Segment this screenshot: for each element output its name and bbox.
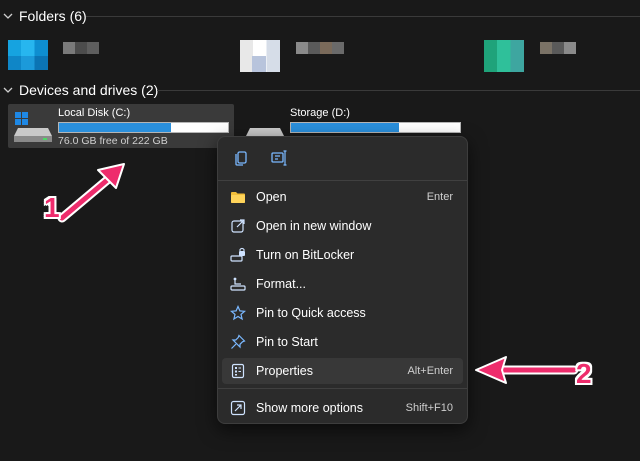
menu-item-label: Open	[256, 190, 287, 204]
drive-c-usage-bar	[58, 122, 229, 133]
folders-section-header[interactable]: Folders (6)	[0, 6, 87, 26]
menu-item-shortcut: Enter	[426, 191, 453, 203]
menu-item-pin-to-start[interactable]: Pin to Start	[222, 329, 463, 355]
menu-item-pin-to-quick-access[interactable]: Pin to Quick access	[222, 300, 463, 326]
annotation-callout-2: 2	[576, 358, 592, 389]
menu-item-label: Properties	[256, 364, 313, 378]
windows-drive-icon	[14, 112, 52, 142]
menu-item-label: Pin to Start	[256, 335, 318, 349]
menu-item-open[interactable]: Open Enter	[222, 184, 463, 210]
context-menu-separator	[218, 180, 467, 181]
menu-item-shortcut: Shift+F10	[405, 402, 453, 414]
folder-icon	[8, 40, 48, 56]
drive-c-free-space: 76.0 GB free of 222 GB	[58, 135, 168, 147]
devices-section-header[interactable]: Devices and drives (2)	[0, 80, 158, 100]
folders-section-label: Folders (6)	[19, 8, 87, 24]
pin-icon	[231, 334, 246, 349]
folder-item-3[interactable]	[484, 38, 594, 74]
folder-icon	[231, 192, 245, 203]
menu-item-properties[interactable]: Properties Alt+Enter	[222, 358, 463, 384]
chevron-down-icon	[3, 13, 13, 19]
menu-item-open-in-new-window[interactable]: Open in new window	[222, 213, 463, 239]
drive-local-disk-c[interactable]: Local Disk (C:) 76.0 GB free of 222 GB	[8, 104, 234, 148]
folder-icon	[484, 40, 524, 72]
chevron-down-icon	[3, 87, 13, 93]
format-icon	[230, 277, 246, 291]
annotation-callout-1: 1	[44, 192, 60, 223]
copy-icon[interactable]	[232, 149, 250, 167]
properties-icon	[231, 363, 245, 379]
drive-d-usage-bar	[290, 122, 461, 133]
bitlocker-icon	[230, 247, 245, 262]
folder-item-2[interactable]	[238, 38, 358, 74]
menu-item-format[interactable]: Format...	[222, 271, 463, 297]
folder-item-1[interactable]	[6, 38, 116, 74]
menu-item-label: Open in new window	[256, 219, 372, 233]
folders-divider	[86, 16, 640, 17]
context-menu: Open Enter Open in new window Turn on Bi…	[217, 136, 468, 424]
more-options-icon	[230, 400, 246, 416]
rename-icon[interactable]	[270, 149, 288, 167]
devices-divider	[157, 90, 640, 91]
menu-item-label: Turn on BitLocker	[256, 248, 355, 262]
drive-c-usage-fill	[59, 123, 171, 132]
menu-item-label: Pin to Quick access	[256, 306, 366, 320]
open-new-window-icon	[231, 219, 245, 233]
menu-item-shortcut: Alt+Enter	[407, 365, 453, 377]
drive-d-usage-fill	[291, 123, 400, 132]
menu-item-turn-on-bitlocker[interactable]: Turn on BitLocker	[222, 242, 463, 268]
context-menu-quick-actions	[232, 149, 288, 167]
context-menu-separator	[218, 388, 467, 389]
menu-item-label: Show more options	[256, 401, 364, 415]
devices-section-label: Devices and drives (2)	[19, 82, 159, 98]
star-icon	[230, 305, 246, 321]
drive-d-name: Storage (D:)	[290, 107, 350, 119]
drive-c-name: Local Disk (C:)	[58, 107, 131, 119]
menu-item-show-more-options[interactable]: Show more options Shift+F10	[222, 395, 463, 421]
menu-item-label: Format...	[256, 277, 307, 291]
annotation-arrow-2	[475, 356, 579, 384]
annotation-arrow-1	[57, 163, 125, 223]
